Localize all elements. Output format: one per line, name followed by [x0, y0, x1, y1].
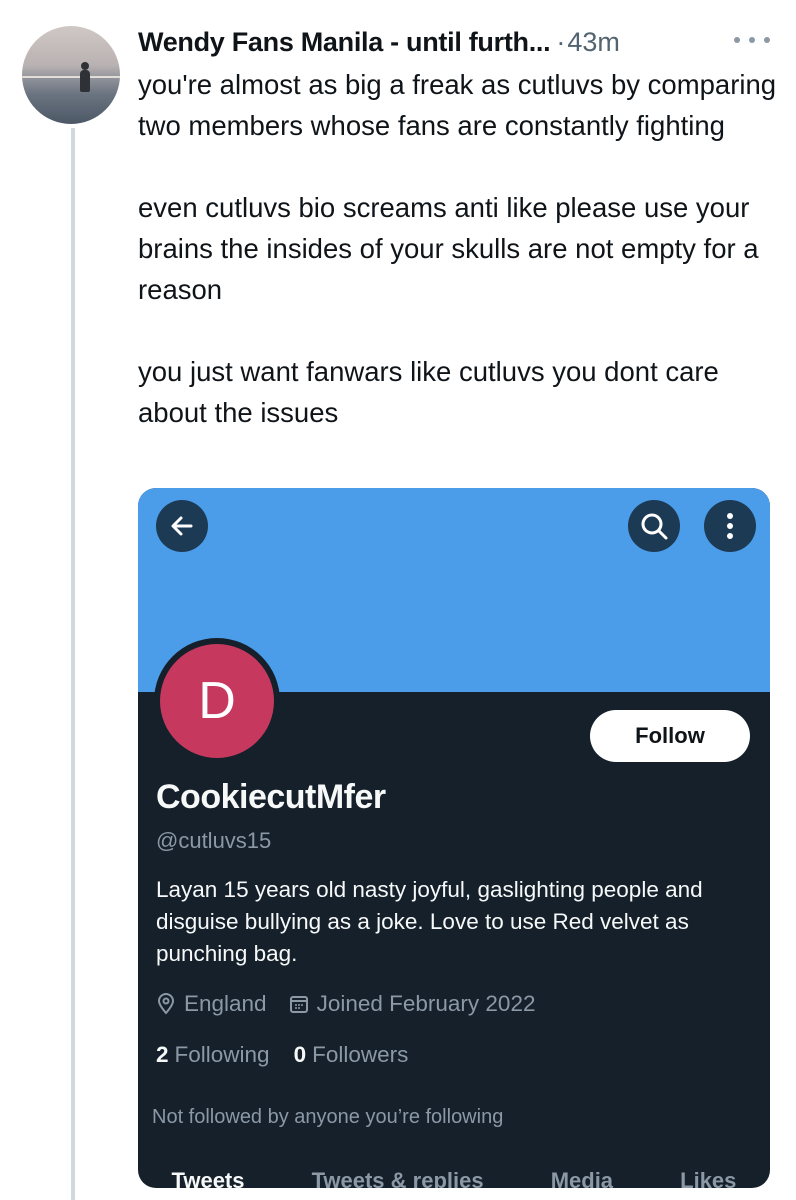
following-link[interactable]: 2 Following: [156, 1042, 270, 1068]
following-label: Following: [174, 1042, 270, 1067]
profile-location: England: [184, 991, 267, 1016]
back-arrow-icon[interactable]: [156, 500, 208, 552]
post-header: Wendy Fans Manila - until furth... · 43m: [138, 22, 778, 62]
followers-label: Followers: [312, 1042, 409, 1067]
profile-bio: Layan 15 years old nasty joyful, gasligh…: [156, 877, 703, 966]
search-icon[interactable]: [628, 500, 680, 552]
post-time[interactable]: 43m: [567, 27, 620, 58]
more-horizontal-icon[interactable]: [734, 26, 770, 54]
profile-avatar[interactable]: D: [160, 644, 274, 758]
avatar-figure: [80, 70, 90, 92]
followers-link[interactable]: 0 Followers: [294, 1042, 409, 1068]
header-separator: ·: [556, 26, 566, 57]
profile-counts: 2 Following 0 Followers: [156, 1042, 408, 1068]
more-vertical-icon[interactable]: [704, 500, 756, 552]
tab-tweets[interactable]: Tweets: [172, 1168, 245, 1188]
author-avatar[interactable]: [22, 26, 120, 124]
author-name[interactable]: Wendy Fans Manila - until furth...: [138, 27, 551, 58]
embedded-profile-screenshot[interactable]: D Follow CookiecutMfer @cutluvs15 Layan …: [138, 488, 770, 1188]
profile-handle: @cutluvs15: [156, 828, 272, 853]
not-followed-notice: Not followed by anyone you’re following: [152, 1106, 504, 1128]
tab-media[interactable]: Media: [551, 1168, 613, 1188]
calendar-icon: [289, 994, 309, 1014]
tab-likes[interactable]: Likes: [680, 1168, 736, 1188]
avatar-horizon: [22, 76, 120, 78]
profile-tabs: Tweets Tweets & replies Media Likes: [138, 1168, 770, 1188]
tab-tweets-replies[interactable]: Tweets & replies: [312, 1168, 484, 1188]
location-pin-icon: [156, 993, 176, 1015]
post-text: you're almost as big a freak as cutluvs …: [138, 69, 777, 428]
followers-count: 0: [293, 1042, 307, 1067]
thread-line: [71, 128, 75, 1200]
profile-display-name: CookiecutMfer: [156, 778, 386, 816]
follow-button[interactable]: Follow: [590, 710, 750, 762]
profile-joined: Joined February 2022: [316, 991, 536, 1016]
avatar-figure-head: [81, 62, 89, 70]
following-count: 2: [156, 1042, 169, 1067]
profile-meta: England Joined February 2022: [156, 991, 535, 1017]
